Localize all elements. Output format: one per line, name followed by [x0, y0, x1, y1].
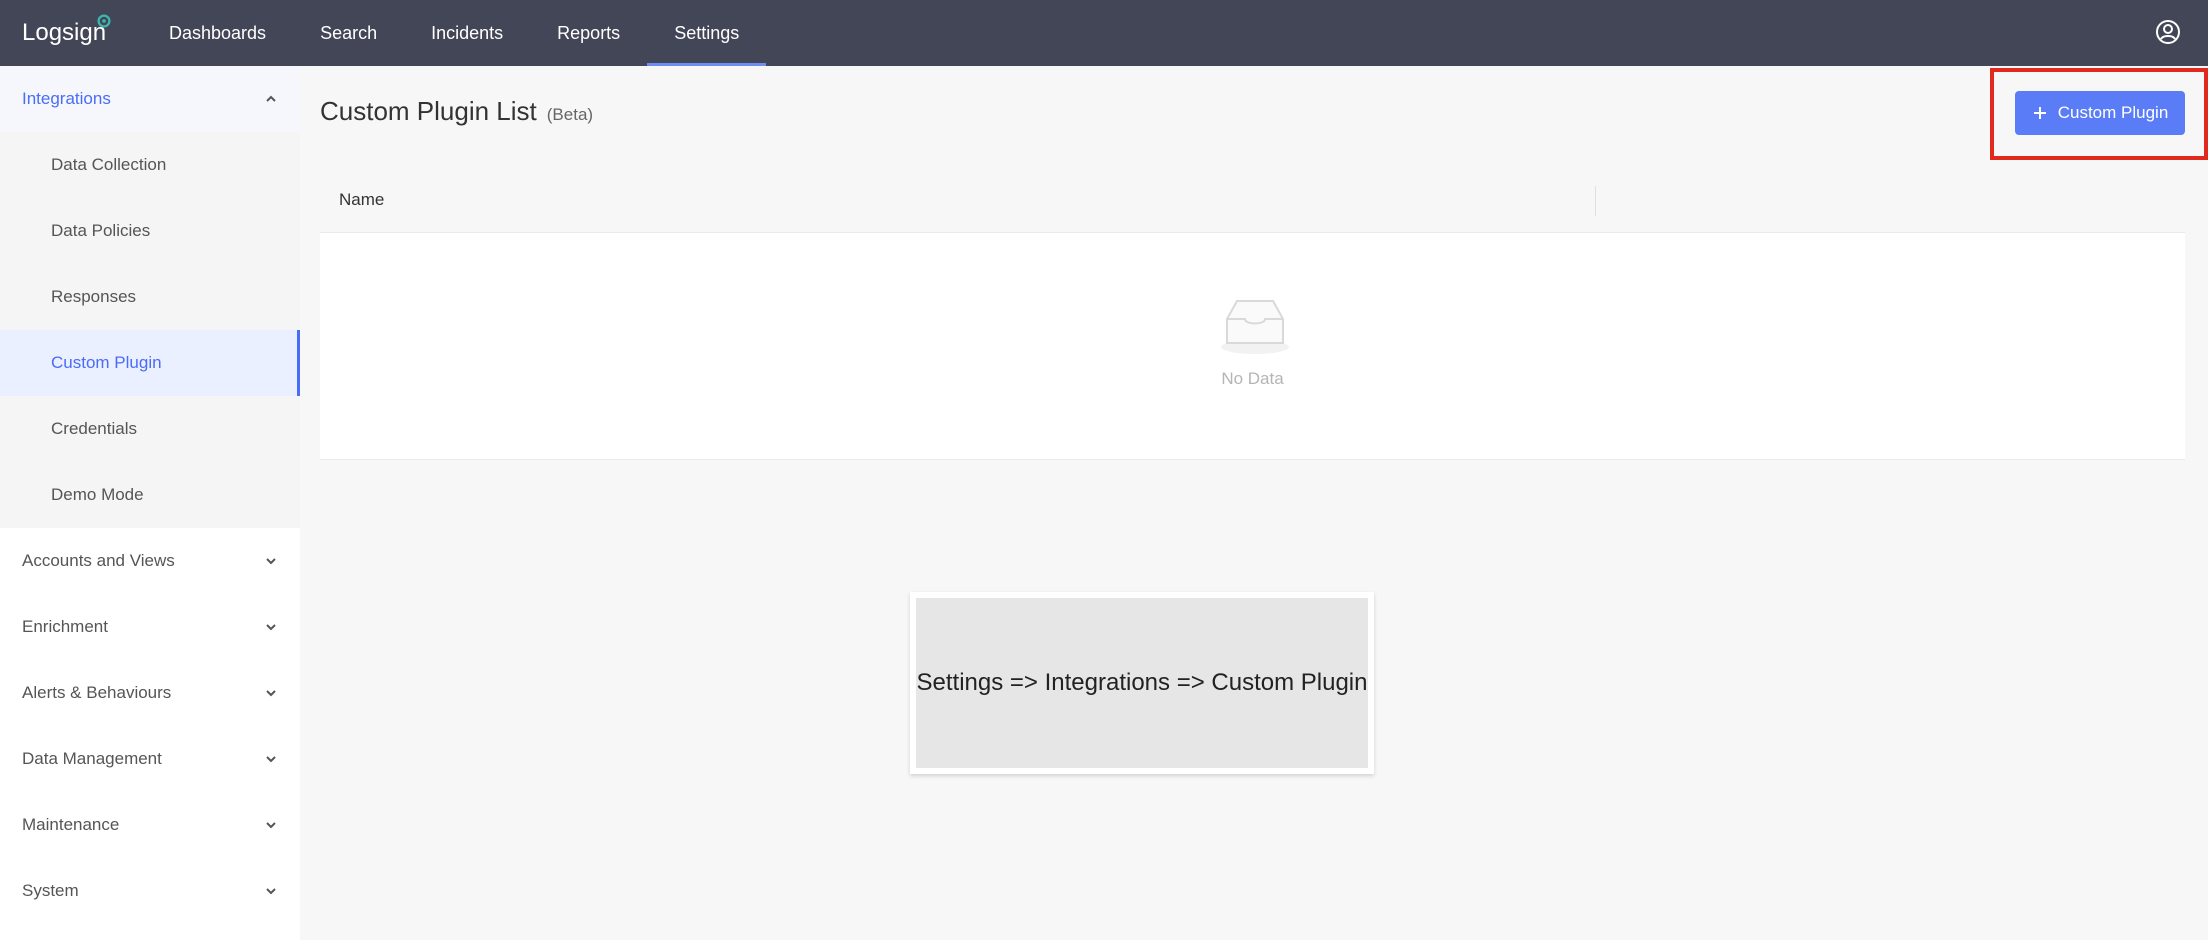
main-content: Custom Plugin List (Beta) Custom Plugin … [300, 66, 2208, 940]
logo-text: Logsign [22, 19, 107, 46]
sidebar-group-maintenance[interactable]: Maintenance [0, 792, 300, 858]
sidebar-submenu-integrations: Data Collection Data Policies Responses … [0, 132, 300, 528]
chevron-up-icon [266, 95, 276, 102]
top-navbar: Logsign Dashboards Search Incidents Repo… [0, 0, 2208, 66]
logo[interactable]: Logsign [0, 0, 140, 66]
sidebar-item-demo-mode[interactable]: Demo Mode [0, 462, 300, 528]
sidebar-item-data-collection[interactable]: Data Collection [0, 132, 300, 198]
sidebar-group-label: Integrations [22, 89, 111, 108]
nav-incidents[interactable]: Incidents [404, 0, 530, 66]
add-custom-plugin-button[interactable]: Custom Plugin [2015, 91, 2185, 135]
table-body-empty: No Data [320, 232, 2185, 460]
chevron-down-icon [266, 624, 276, 631]
caption-text: Settings => Integrations => Custom Plugi… [916, 598, 1368, 768]
column-divider [1595, 186, 1596, 216]
column-header-name[interactable]: Name [339, 190, 384, 210]
sidebar-group-label: Data Management [22, 749, 162, 768]
table-header: Name [320, 168, 2185, 232]
logo-gear-icon [97, 14, 111, 28]
sidebar-group-label: System [22, 881, 79, 900]
empty-state-text: No Data [1221, 369, 1284, 388]
chevron-down-icon [266, 756, 276, 763]
sidebar-group-enrichment[interactable]: Enrichment [0, 594, 300, 660]
sidebar-item-responses[interactable]: Responses [0, 264, 300, 330]
chevron-down-icon [266, 690, 276, 697]
sidebar-item-custom-plugin[interactable]: Custom Plugin [0, 330, 300, 396]
add-custom-plugin-label: Custom Plugin [2057, 103, 2169, 122]
sidebar-group-label: Alerts & Behaviours [22, 683, 172, 702]
sidebar-group-accounts-and-views[interactable]: Accounts and Views [0, 528, 300, 594]
sidebar-item-data-policies[interactable]: Data Policies [0, 198, 300, 264]
main-nav: Dashboards Search Incidents Reports Sett… [142, 0, 767, 66]
nav-settings[interactable]: Settings [647, 0, 767, 66]
sidebar-group-alerts-behaviours[interactable]: Alerts & Behaviours [0, 660, 300, 726]
chevron-down-icon [266, 888, 276, 895]
sidebar-group-label: Accounts and Views [22, 551, 175, 570]
nav-search[interactable]: Search [293, 0, 404, 66]
plus-icon [2033, 107, 2046, 119]
sidebar-group-data-management[interactable]: Data Management [0, 726, 300, 792]
chevron-down-icon [266, 822, 276, 829]
sidebar-group-label: Enrichment [22, 617, 108, 636]
empty-inbox-icon [1221, 300, 1289, 354]
chevron-down-icon [266, 558, 276, 565]
nav-dashboards[interactable]: Dashboards [142, 0, 293, 66]
page-title: Custom Plugin List (Beta) [320, 96, 593, 127]
sidebar-group-system[interactable]: System [0, 858, 300, 924]
beta-badge: (Beta) [546, 105, 594, 124]
navigation-path-caption: Settings => Integrations => Custom Plugi… [910, 592, 1374, 774]
sidebar-group-label: Maintenance [22, 815, 120, 834]
page-title-text: Custom Plugin List [320, 96, 537, 126]
nav-reports[interactable]: Reports [530, 0, 647, 66]
user-account-icon[interactable] [2154, 18, 2182, 46]
sidebar-item-credentials[interactable]: Credentials [0, 396, 300, 462]
sidebar: Integrations Data Collection Data Polici… [0, 66, 300, 940]
sidebar-group-integrations[interactable]: Integrations [0, 66, 300, 132]
